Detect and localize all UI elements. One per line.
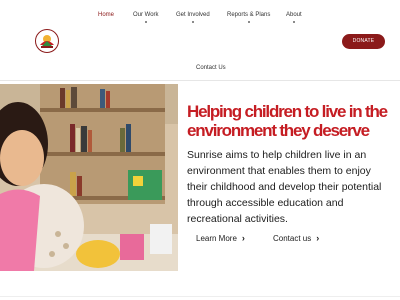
nav-item-get-involved[interactable]: Get Involved <box>176 12 210 23</box>
nav-item-label: Home <box>98 12 115 18</box>
nav-item-label: Our Work <box>133 12 159 18</box>
learn-more-button[interactable]: Learn More › <box>196 233 245 243</box>
nav-item-label: Reports & Plans <box>227 12 271 18</box>
header-divider <box>0 80 400 81</box>
learn-more-label: Learn More <box>196 234 237 243</box>
hero-image <box>0 84 178 271</box>
nav-item-label: About <box>286 12 302 18</box>
nav-item-home[interactable]: Home <box>98 12 114 18</box>
dropdown-indicator-icon <box>292 21 295 23</box>
hero-description: Sunrise aims to help children live in an… <box>187 149 382 225</box>
nav-item-about[interactable]: About <box>286 12 302 23</box>
dropdown-indicator-icon <box>144 21 147 23</box>
hero-headline: Helping children to live in the environm… <box>187 102 388 140</box>
nav-item-reports-plans[interactable]: Reports & Plans <box>227 12 271 23</box>
nav-item-contact-us[interactable]: Contact Us <box>196 65 226 71</box>
section-divider <box>0 296 400 297</box>
organization-logo-icon[interactable] <box>35 29 59 53</box>
chevron-right-icon: › <box>316 233 320 243</box>
dropdown-indicator-icon <box>191 21 194 23</box>
dropdown-indicator-icon <box>247 21 250 23</box>
contact-us-label: Contact us <box>273 234 312 243</box>
donate-button[interactable]: DONATE <box>342 34 385 49</box>
nav-item-our-work[interactable]: Our Work <box>133 12 159 23</box>
contact-us-button[interactable]: Contact us › <box>273 233 319 243</box>
chevron-right-icon: › <box>241 233 245 243</box>
main-navigation: Home Our Work Get Involved Reports & Pla… <box>0 12 400 26</box>
nav-item-label: Get Involved <box>176 12 210 18</box>
